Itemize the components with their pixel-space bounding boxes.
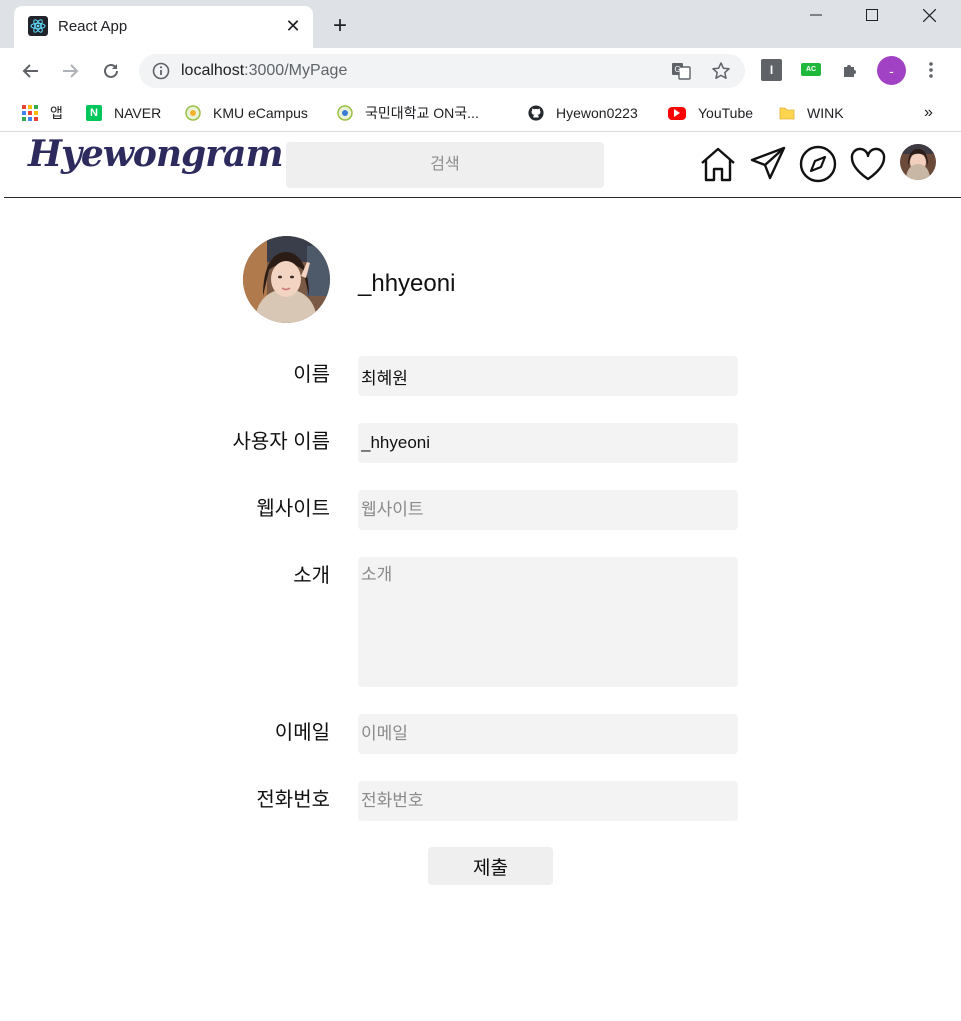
profile-avatar-icon[interactable]: -	[877, 56, 906, 85]
name-field[interactable]	[358, 356, 738, 396]
browser-toolbar: localhost:3000/MyPage G I AC -	[0, 48, 961, 94]
browser-tab[interactable]: React App ✕	[14, 6, 313, 48]
kmu-icon	[185, 105, 201, 121]
bookmark-label: 국민대학교 ON국...	[365, 105, 479, 121]
explore-compass-icon[interactable]	[798, 144, 838, 184]
bookmark-github[interactable]: Hyewon0223	[528, 102, 638, 124]
bookmark-label: 앱	[50, 105, 63, 121]
bookmark-kmu-ecampus[interactable]: KMU eCampus	[185, 102, 308, 124]
bookmark-label: KMU eCampus	[213, 105, 308, 121]
extension-ac-icon[interactable]: AC	[801, 63, 821, 76]
website-label: 웹사이트	[256, 498, 330, 520]
forward-icon[interactable]	[55, 56, 85, 86]
username-field[interactable]	[358, 423, 738, 463]
bookmark-youtube[interactable]: YouTube	[668, 102, 753, 124]
bookmark-naver[interactable]: N NAVER	[86, 102, 161, 124]
kmu-on-icon	[337, 105, 353, 121]
site-info-icon[interactable]	[151, 61, 171, 81]
tab-close-icon[interactable]: ✕	[281, 14, 305, 38]
email-field[interactable]	[358, 714, 738, 754]
address-bar[interactable]: localhost:3000/MyPage G	[139, 54, 745, 88]
bookmark-label: YouTube	[698, 105, 754, 121]
folder-icon	[779, 105, 795, 121]
svg-text:G: G	[675, 65, 681, 74]
naver-icon: N	[86, 105, 102, 121]
url-text[interactable]: localhost:3000/MyPage	[181, 62, 347, 80]
bookmark-wink[interactable]: WINK	[779, 102, 844, 124]
bookmark-apps[interactable]: 앱	[22, 102, 63, 124]
phone-field[interactable]	[358, 781, 738, 821]
extensions-puzzle-icon[interactable]	[840, 59, 862, 81]
youtube-icon	[668, 106, 686, 120]
search-input[interactable]	[286, 142, 604, 188]
header-avatar[interactable]	[900, 144, 936, 180]
submit-button[interactable]: 제출	[428, 847, 553, 885]
react-favicon-icon	[28, 16, 48, 36]
minimize-icon[interactable]	[788, 0, 844, 30]
github-icon	[528, 105, 544, 121]
translate-icon[interactable]: G	[671, 61, 691, 81]
bookmark-label: WINK	[807, 105, 844, 121]
maximize-icon[interactable]	[844, 0, 900, 30]
new-tab-button[interactable]: +	[326, 12, 354, 40]
url-host: localhost	[181, 62, 245, 79]
reload-icon[interactable]	[96, 56, 126, 86]
phone-label: 전화번호	[256, 789, 330, 811]
send-icon[interactable]	[748, 144, 788, 184]
url-path: :3000/MyPage	[244, 62, 348, 79]
window-close-icon[interactable]	[901, 0, 957, 30]
extension-i-icon[interactable]: I	[761, 59, 782, 81]
app-logo[interactable]: Hyewongram	[28, 133, 284, 175]
bookmark-kmu-on[interactable]: 국민대학교 ON국...	[337, 102, 479, 124]
bookmarks-overflow-icon[interactable]: »	[924, 102, 933, 124]
profile-username: _hhyeoni	[358, 270, 456, 297]
website-field[interactable]	[358, 490, 738, 530]
email-label: 이메일	[274, 722, 330, 744]
bookmarks-bar: 앱 N NAVER KMU eCampus 국민대학교 ON국... Hyewo…	[0, 94, 961, 132]
name-label: 이름	[293, 364, 330, 386]
browser-menu-icon[interactable]	[920, 59, 942, 81]
apps-grid-icon	[22, 105, 38, 121]
bio-field[interactable]	[358, 557, 738, 687]
bookmark-label: NAVER	[114, 105, 162, 121]
home-icon[interactable]	[698, 144, 738, 184]
heart-icon[interactable]	[848, 144, 888, 184]
username-label: 사용자 이름	[232, 431, 330, 453]
browser-titlebar: React App ✕ +	[0, 0, 961, 48]
tab-title: React App	[58, 18, 128, 35]
bookmark-label: Hyewon0223	[556, 105, 638, 121]
profile-avatar[interactable]	[243, 236, 330, 323]
app-header: Hyewongram	[4, 133, 961, 198]
back-icon[interactable]	[16, 56, 46, 86]
bookmark-star-icon[interactable]	[711, 61, 731, 81]
bio-label: 소개	[293, 565, 330, 587]
